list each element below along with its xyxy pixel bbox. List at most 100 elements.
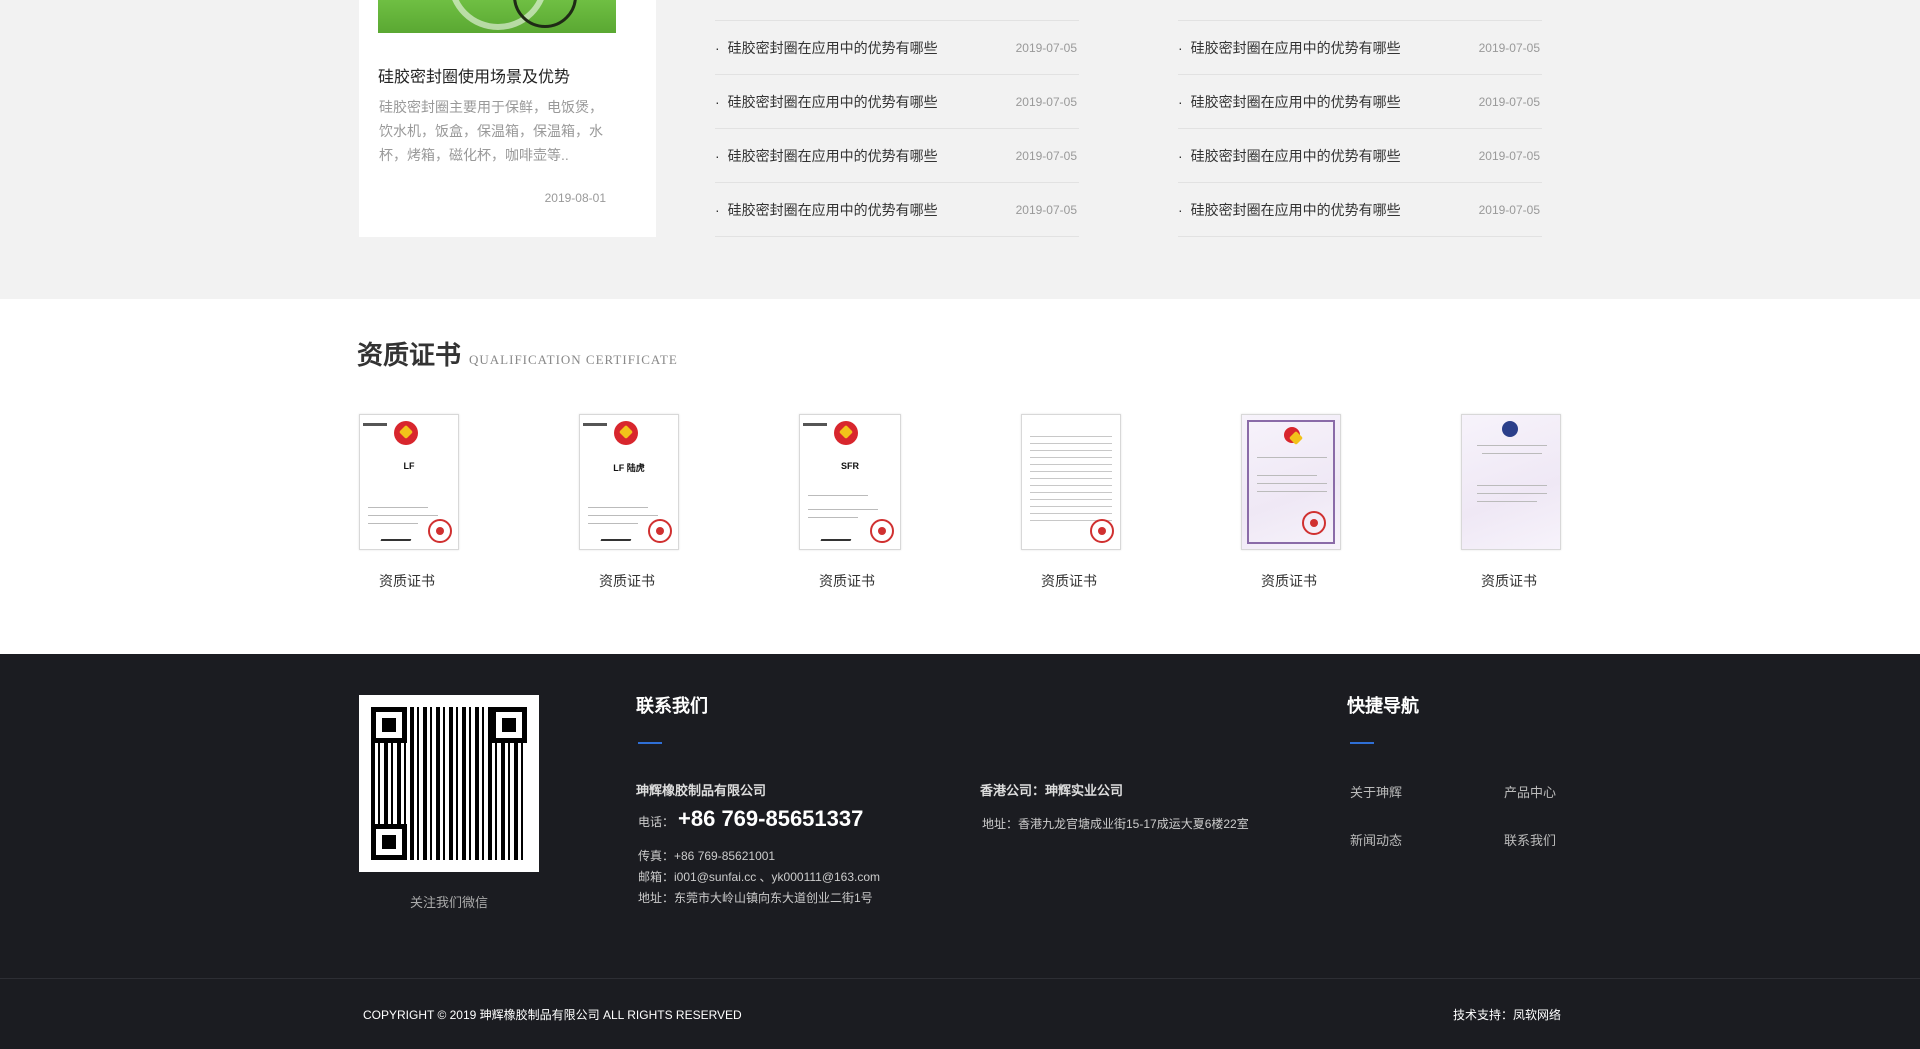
news-list-item[interactable]: · 硅胶密封圈在应用中的优势有哪些 2019-07-05: [1178, 21, 1542, 75]
certificate-card[interactable]: 资质证书: [1461, 414, 1681, 589]
hk-company-name: 香港公司：珅辉实业公司: [980, 783, 1124, 798]
email-line[interactable]: 邮箱：i001@sunfai.cc 、yk000111@163.com: [638, 868, 880, 885]
featured-news-date: 2019-08-01: [544, 191, 606, 205]
quick-nav-heading: 快捷导航: [1347, 696, 1419, 716]
news-title[interactable]: 硅胶密封圈在应用中的优势有哪些: [728, 94, 938, 110]
phone-number[interactable]: +86 769-85651337: [678, 806, 863, 832]
news-title[interactable]: 硅胶密封圈在应用中的优势有哪些: [728, 202, 938, 218]
certificate-card[interactable]: 资质证书: [1021, 414, 1241, 589]
news-date: 2019-07-05: [1015, 94, 1077, 109]
news-section: 硅胶密封圈使用场景及优势 硅胶密封圈主要用于保鲜，电饭煲，饮水机，饭盒，保温箱，…: [0, 0, 1920, 299]
certificate-label[interactable]: 资质证书: [379, 571, 435, 591]
news-list-left: · 硅胶密封圈在应用中的优势有哪些 2019-07-05 · 硅胶密封圈在应用中的优…: [715, 20, 1079, 237]
certificate-label[interactable]: 资质证书: [1481, 571, 1537, 591]
signature-icon: [380, 533, 414, 541]
news-title[interactable]: 硅胶密封圈在应用中的优势有哪些: [728, 148, 938, 164]
news-date: 2019-07-05: [1478, 148, 1540, 163]
quick-link-news[interactable]: 新闻动态: [1350, 830, 1402, 849]
footer: 关注我们微信 联系我们 珅辉橡胶制品有限公司 电话： +86 769-85651…: [0, 654, 1920, 978]
news-title[interactable]: 硅胶密封圈在应用中的优势有哪些: [1191, 202, 1401, 218]
national-emblem-icon: [614, 421, 638, 445]
trademark-mark: LF 陆虎: [613, 463, 645, 473]
news-title[interactable]: 硅胶密封圈在应用中的优势有哪些: [1191, 40, 1401, 56]
quick-link-contact[interactable]: 联系我们: [1504, 830, 1556, 849]
fax-line: 传真：+86 769-85621001: [638, 849, 776, 863]
heading-underline: [638, 742, 662, 744]
national-emblem-icon: [834, 421, 858, 445]
contact-heading: 联系我们: [636, 696, 708, 716]
certificate-card[interactable]: SFR 资质证书: [799, 414, 1019, 589]
news-title[interactable]: 硅胶密封圈在应用中的优势有哪些: [1191, 94, 1401, 110]
news-list-item[interactable]: · 硅胶密封圈在应用中的优势有哪些 2019-07-05: [1178, 75, 1542, 129]
heading-underline: [1350, 742, 1374, 744]
seal-ring-graphic-dark: [513, 0, 577, 28]
news-list-item[interactable]: · 硅胶密封圈在应用中的优势有哪些 2019-07-05: [1178, 129, 1542, 183]
hk-address: 地址：香港九龙官塘成业街15-17成运大夏6楼22室: [982, 817, 1249, 831]
address-line: 地址：东莞市大岭山镇向东大道创业二街1号: [638, 891, 873, 905]
national-emblem-icon: [394, 421, 418, 445]
bullet-icon: ·: [715, 147, 720, 164]
section-title-en: QUALIFICATION CERTIFICATE: [469, 352, 678, 367]
quick-link-about[interactable]: 关于珅辉: [1350, 782, 1402, 801]
certificate-image[interactable]: [1021, 414, 1121, 550]
news-date: 2019-07-05: [1015, 40, 1077, 55]
tech-support-link[interactable]: 技术支持：凤软网络: [1453, 1006, 1561, 1023]
certificate-label[interactable]: 资质证书: [819, 571, 875, 591]
featured-news-card[interactable]: 硅胶密封圈使用场景及优势 硅胶密封圈主要用于保鲜，电饭煲，饮水机，饭盒，保温箱，…: [359, 0, 656, 237]
news-list-right: · 硅胶密封圈在应用中的优势有哪些 2019-07-05 · 硅胶密封圈在应用中的优…: [1178, 20, 1542, 237]
qr-caption: 关注我们微信: [409, 895, 488, 910]
featured-news-summary: 硅胶密封圈主要用于保鲜，电饭煲，饮水机，饭盒，保温箱，保温箱，水杯，烤箱，磁化杯…: [379, 99, 603, 163]
certificate-image[interactable]: SFR: [799, 414, 901, 550]
certificate-image[interactable]: LF: [359, 414, 459, 550]
quick-link-products[interactable]: 产品中心: [1504, 782, 1556, 801]
patent-emblem-icon: [1284, 427, 1300, 443]
bullet-icon: ·: [715, 201, 720, 218]
bullet-icon: ·: [1178, 93, 1183, 110]
news-date: 2019-07-05: [1478, 40, 1540, 55]
red-seal-icon: [1090, 519, 1114, 543]
certificate-section: 资质证书 QUALIFICATION CERTIFICATE LF 资质证书 L…: [0, 299, 1920, 654]
trademark-mark: SFR: [841, 461, 859, 471]
certificate-image[interactable]: [1461, 414, 1561, 550]
bullet-icon: ·: [1178, 39, 1183, 56]
certificate-card[interactable]: LF 陆虎 资质证书: [579, 414, 799, 589]
news-list-item[interactable]: · 硅胶密封圈在应用中的优势有哪些 2019-07-05: [715, 75, 1079, 129]
certificate-card[interactable]: 资质证书: [1241, 414, 1461, 589]
red-seal-icon: [870, 519, 894, 543]
certificate-label[interactable]: 资质证书: [1261, 571, 1317, 591]
signature-icon: [820, 533, 854, 541]
certificate-label[interactable]: 资质证书: [1041, 571, 1097, 591]
red-seal-icon: [648, 519, 672, 543]
company-name: 珅辉橡胶制品有限公司: [636, 783, 767, 798]
copyright-text: COPYRIGHT © 2019 珅辉橡胶制品有限公司 ALL RIGHTS R…: [363, 1008, 742, 1022]
section-title-cn: 资质证书: [357, 340, 462, 370]
phone-row: 电话： +86 769-85651337: [638, 806, 863, 832]
bullet-icon: ·: [715, 93, 720, 110]
bullet-icon: ·: [1178, 201, 1183, 218]
featured-news-image[interactable]: [378, 0, 616, 33]
red-seal-icon: [1302, 511, 1326, 535]
featured-news-title[interactable]: 硅胶密封圈使用场景及优势: [378, 63, 570, 87]
certificate-image[interactable]: LF 陆虎: [579, 414, 679, 550]
news-list-item[interactable]: · 硅胶密封圈在应用中的优势有哪些 2019-07-05: [715, 21, 1079, 75]
news-date: 2019-07-05: [1478, 202, 1540, 217]
certificate-image[interactable]: [1241, 414, 1341, 550]
copyright-bar: COPYRIGHT © 2019 珅辉橡胶制品有限公司 ALL RIGHTS R…: [0, 978, 1920, 1049]
red-seal-icon: [428, 519, 452, 543]
news-date: 2019-07-05: [1015, 148, 1077, 163]
section-heading: 资质证书 QUALIFICATION CERTIFICATE: [357, 335, 678, 372]
trademark-mark: LF: [403, 461, 415, 471]
news-title[interactable]: 硅胶密封圈在应用中的优势有哪些: [1191, 148, 1401, 164]
certificate-label[interactable]: 资质证书: [599, 571, 655, 591]
certificate-card[interactable]: LF 资质证书: [359, 414, 579, 589]
bullet-icon: ·: [1178, 147, 1183, 164]
wechat-qr-code: [359, 695, 539, 872]
iso-badge-icon: [1502, 421, 1518, 437]
bullet-icon: ·: [715, 39, 720, 56]
news-list-item[interactable]: · 硅胶密封圈在应用中的优势有哪些 2019-07-05: [715, 129, 1079, 183]
news-list-item[interactable]: · 硅胶密封圈在应用中的优势有哪些 2019-07-05: [1178, 183, 1542, 237]
phone-label: 电话：: [638, 815, 675, 829]
news-date: 2019-07-05: [1478, 94, 1540, 109]
news-list-item[interactable]: · 硅胶密封圈在应用中的优势有哪些 2019-07-05: [715, 183, 1079, 237]
news-title[interactable]: 硅胶密封圈在应用中的优势有哪些: [728, 40, 938, 56]
